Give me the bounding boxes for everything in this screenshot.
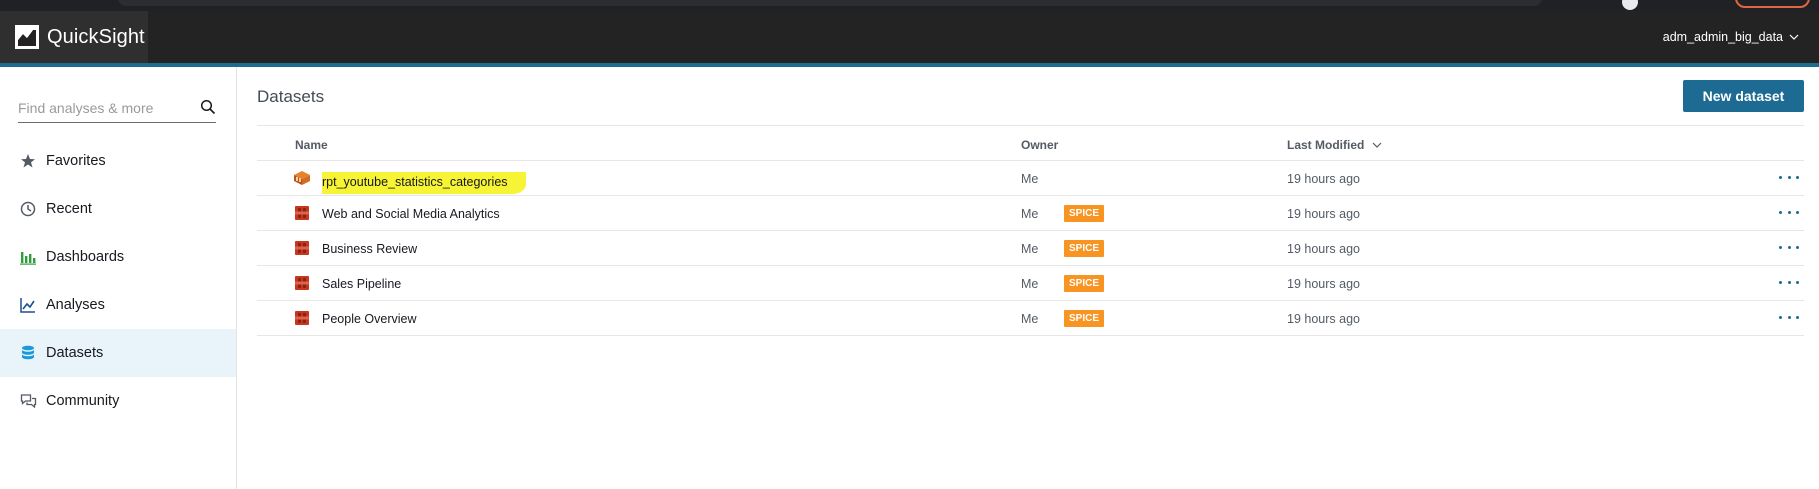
brand-name: QuickSight <box>47 25 145 48</box>
s3-icon <box>295 206 309 220</box>
quicksight-logo-icon <box>15 25 39 49</box>
dataset-owner: Me <box>1021 172 1039 186</box>
table-row[interactable]: Sales Pipeline SPICE Me 19 hours ago <box>257 266 1804 301</box>
main-content: Datasets New dataset Name Owner Last Mod… <box>237 67 1819 489</box>
user-menu[interactable]: adm_admin_big_data <box>1663 11 1799 63</box>
dataset-last-modified: 19 hours ago <box>1287 242 1360 256</box>
spice-badge: SPICE <box>1064 275 1104 292</box>
top-nav-bar: QuickSight adm_admin_big_data <box>0 11 1819 67</box>
table-row[interactable]: rpt_youtube_statistics_categories Me 19 … <box>257 161 1804 196</box>
sidebar-item-label: Community <box>46 393 120 409</box>
s3-icon <box>295 276 309 290</box>
sort-chevron-down-icon <box>1372 142 1382 148</box>
dataset-name-link[interactable]: Web and Social Media Analytics <box>322 207 500 221</box>
sidebar-item-community[interactable]: Community <box>0 377 236 425</box>
dataset-last-modified: 19 hours ago <box>1287 277 1360 291</box>
sidebar-item-label: Recent <box>46 201 92 217</box>
dataset-owner: Me <box>1021 312 1039 326</box>
star-icon <box>19 152 37 170</box>
more-options-icon[interactable] <box>1779 205 1799 219</box>
column-header-label: Last Modified <box>1287 138 1365 152</box>
column-header-owner[interactable]: Owner <box>1021 138 1058 152</box>
dataset-owner: Me <box>1021 242 1039 256</box>
sidebar-item-datasets[interactable]: Datasets <box>0 329 236 377</box>
search-icon[interactable] <box>200 99 216 115</box>
dataset-last-modified: 19 hours ago <box>1287 172 1360 186</box>
sidebar-nav: Favorites Recent Dashboards Analyses Dat… <box>0 137 236 425</box>
table-header: Name Owner Last Modified <box>257 126 1804 161</box>
sidebar-item-recent[interactable]: Recent <box>0 185 236 233</box>
more-options-icon[interactable] <box>1779 170 1799 184</box>
dashboard-icon <box>19 248 37 266</box>
new-dataset-button[interactable]: New dataset <box>1683 80 1804 112</box>
dataset-name-link[interactable]: rpt_youtube_statistics_categories <box>322 172 526 194</box>
brand-home-link[interactable]: QuickSight <box>0 11 148 63</box>
more-options-icon[interactable] <box>1779 310 1799 324</box>
browser-toolbar <box>0 0 1819 11</box>
database-icon <box>19 344 37 362</box>
more-options-icon[interactable] <box>1779 240 1799 254</box>
chevron-down-icon <box>1789 34 1799 40</box>
table-row[interactable]: People Overview SPICE Me 19 hours ago <box>257 301 1804 336</box>
column-header-last-modified[interactable]: Last Modified <box>1287 138 1382 152</box>
browser-extension-button[interactable] <box>1735 0 1810 8</box>
dataset-owner: Me <box>1021 277 1039 291</box>
chat-icon <box>19 392 37 410</box>
athena-icon <box>294 171 310 185</box>
dataset-name-link[interactable]: People Overview <box>322 312 417 326</box>
sidebar-item-label: Favorites <box>46 153 106 169</box>
datasets-table: Name Owner Last Modified rpt_youtube_sta… <box>257 126 1804 336</box>
sidebar-item-label: Analyses <box>46 297 105 313</box>
dataset-owner: Me <box>1021 207 1039 221</box>
spice-badge: SPICE <box>1064 310 1104 327</box>
sidebar: Favorites Recent Dashboards <box>0 67 237 489</box>
s3-icon <box>295 241 309 255</box>
dataset-name-link[interactable]: Sales Pipeline <box>322 277 401 291</box>
sidebar-search <box>18 95 216 123</box>
sidebar-item-dashboards[interactable]: Dashboards <box>0 233 236 281</box>
table-row[interactable]: Business Review SPICE Me 19 hours ago <box>257 231 1804 266</box>
sidebar-item-analyses[interactable]: Analyses <box>0 281 236 329</box>
table-row[interactable]: Web and Social Media Analytics SPICE Me … <box>257 196 1804 231</box>
column-header-name[interactable]: Name <box>295 138 328 152</box>
dataset-name-link[interactable]: Business Review <box>322 242 417 256</box>
dataset-last-modified: 19 hours ago <box>1287 207 1360 221</box>
spice-badge: SPICE <box>1064 240 1104 257</box>
browser-profile-icon[interactable] <box>1622 0 1638 10</box>
clock-icon <box>19 200 37 218</box>
sidebar-item-favorites[interactable]: Favorites <box>0 137 236 185</box>
dataset-last-modified: 19 hours ago <box>1287 312 1360 326</box>
more-options-icon[interactable] <box>1779 275 1799 289</box>
page-title: Datasets <box>257 87 325 106</box>
sidebar-item-label: Dashboards <box>46 249 125 265</box>
line-chart-icon <box>19 296 37 314</box>
search-input[interactable] <box>18 95 188 121</box>
user-name: adm_admin_big_data <box>1662 30 1783 44</box>
sidebar-item-label: Datasets <box>46 345 104 361</box>
spice-badge: SPICE <box>1064 205 1104 222</box>
s3-icon <box>295 311 309 325</box>
browser-address-bar[interactable] <box>118 0 1542 6</box>
